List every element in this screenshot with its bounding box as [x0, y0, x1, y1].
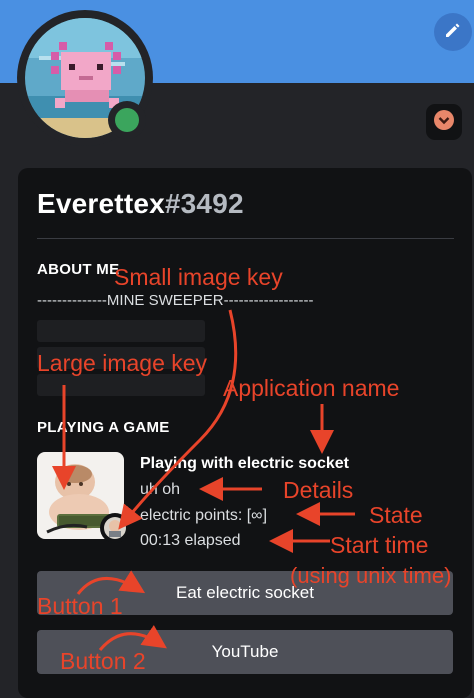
annotation-large-image-key: Large image key — [37, 350, 208, 376]
annotation-start-time-note: (using unix time) — [290, 563, 452, 588]
annotation-application-name: Application name — [223, 375, 400, 401]
playing-a-game-title: PLAYING A GAME — [37, 419, 170, 436]
edit-profile-button[interactable] — [434, 13, 472, 51]
username-name: Everettex — [37, 188, 165, 219]
annotation-button-2: Button 2 — [60, 648, 146, 674]
discriminator: #3492 — [164, 188, 244, 219]
activity-details: uh oh — [140, 481, 181, 498]
about-me-title: ABOUT ME — [37, 261, 120, 278]
annotation-start-time: Start time — [330, 532, 429, 558]
annotation-state: State — [369, 502, 423, 528]
activity-state: electric points: [∞] — [140, 507, 268, 524]
online-status-icon — [115, 108, 139, 132]
chevron-down-icon — [433, 109, 455, 136]
annotation-small-image-key: Small image key — [114, 264, 283, 290]
spoiler-block[interactable] — [37, 320, 205, 342]
spoiler-block[interactable] — [37, 374, 205, 396]
username: Everettex#3492 — [37, 188, 244, 220]
annotation-button-1: Button 1 — [37, 593, 123, 619]
activity-app-name: Playing with electric socket — [140, 455, 349, 472]
divider — [37, 238, 454, 239]
collapse-button[interactable] — [426, 104, 462, 140]
bio-text: --------------MINE SWEEPER--------------… — [37, 292, 314, 309]
pencil-icon — [443, 20, 463, 45]
small-image — [100, 513, 130, 543]
annotation-details: Details — [283, 477, 354, 503]
activity-elapsed: 00:13 elapsed — [140, 532, 241, 549]
